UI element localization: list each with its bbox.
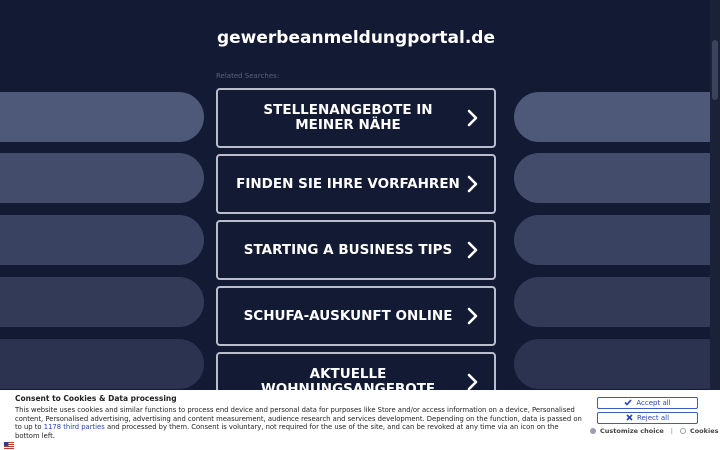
decorative-shape bbox=[514, 339, 720, 389]
check-icon bbox=[624, 398, 632, 408]
decorative-shape bbox=[0, 153, 204, 203]
related-searches-label: Related Searches: bbox=[216, 72, 280, 80]
chevron-right-icon bbox=[460, 171, 486, 197]
related-link-stellenangebote[interactable]: STELLENANGEBOTE IN MEINER NÄHE bbox=[216, 88, 496, 148]
decorative-shape bbox=[514, 215, 720, 265]
link-separator: | bbox=[670, 427, 673, 435]
site-domain-title: gewerbeanmeldungportal.de bbox=[216, 28, 496, 48]
related-link-business-tips[interactable]: STARTING A BUSINESS TIPS bbox=[216, 220, 496, 280]
us-flag-icon[interactable] bbox=[4, 434, 14, 449]
decorative-shape bbox=[0, 339, 204, 389]
decorative-shape bbox=[514, 277, 720, 327]
related-link-schufa[interactable]: SCHUFA-AUSKUNFT ONLINE bbox=[216, 286, 496, 346]
chevron-right-icon bbox=[460, 237, 486, 263]
related-link-label: SCHUFA-AUSKUNFT ONLINE bbox=[243, 307, 453, 324]
decorative-shape bbox=[514, 153, 720, 203]
related-link-label: STARTING A BUSINESS TIPS bbox=[243, 241, 453, 258]
decorative-shape bbox=[0, 277, 204, 327]
related-link-label: FINDEN SIE IHRE VORFAHREN bbox=[236, 175, 460, 192]
related-link-vorfahren[interactable]: FINDEN SIE IHRE VORFAHREN bbox=[216, 154, 496, 214]
gear-icon bbox=[590, 428, 596, 434]
reject-all-label: Reject all bbox=[636, 414, 670, 422]
accept-all-button[interactable]: Accept all bbox=[597, 397, 698, 409]
decorative-shape bbox=[0, 92, 204, 142]
page-scrollbar[interactable] bbox=[710, 0, 720, 390]
accept-all-label: Accept all bbox=[636, 399, 671, 407]
consent-title: Consent to Cookies & Data processing bbox=[15, 394, 177, 403]
decorative-shape bbox=[0, 215, 204, 265]
third-parties-link[interactable]: 1178 third parties bbox=[44, 423, 105, 431]
cookie-icon bbox=[679, 428, 686, 434]
cookies-link[interactable]: Cookies bbox=[690, 427, 719, 435]
scrollbar-thumb[interactable] bbox=[712, 40, 718, 100]
reject-all-button[interactable]: Reject all bbox=[597, 412, 698, 424]
consent-secondary-links: Customize choice | Cookies bbox=[590, 427, 718, 435]
chevron-right-icon bbox=[460, 303, 486, 329]
consent-text: This website uses cookies and similar fu… bbox=[15, 406, 585, 440]
related-link-label: STELLENANGEBOTE IN MEINER NÄHE bbox=[263, 102, 433, 133]
cookie-consent-banner: Consent to Cookies & Data processing Thi… bbox=[0, 390, 720, 450]
chevron-right-icon bbox=[460, 105, 486, 131]
decorative-shape bbox=[514, 92, 720, 142]
customize-choice-link[interactable]: Customize choice bbox=[600, 427, 664, 435]
x-icon bbox=[626, 413, 633, 423]
